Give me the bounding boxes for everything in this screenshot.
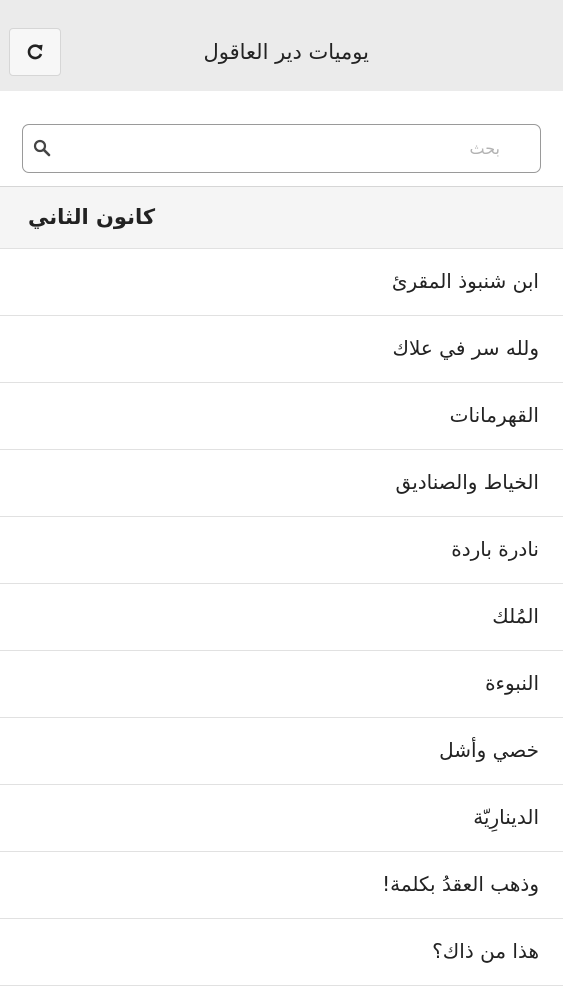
list-item[interactable]: النبوءة <box>0 651 563 718</box>
list-item-label: القهرمانات <box>449 403 539 427</box>
section-header: كانون الثاني <box>0 187 563 249</box>
list-item-label: نادرة باردة <box>451 537 539 561</box>
list-item[interactable]: الدينارِيّة <box>0 785 563 852</box>
refresh-icon <box>27 44 43 60</box>
app-header: يوميات دير العاقول <box>0 0 563 91</box>
list-item[interactable]: هذا من ذاك؟ <box>0 919 563 986</box>
list-item-label: وذهب العقدُ بكلمة! <box>382 872 539 896</box>
list-item[interactable]: نادرة باردة <box>0 517 563 584</box>
list-item-label: هذا من ذاك؟ <box>432 939 539 963</box>
search-input[interactable] <box>40 125 530 171</box>
list-item[interactable]: القهرمانات <box>0 383 563 450</box>
list-item-label: المُلك <box>492 604 539 628</box>
refresh-button[interactable] <box>9 28 61 76</box>
list-item[interactable]: المُلك <box>0 584 563 651</box>
list-item-label: ابن شنبوذ المقرئ <box>391 269 539 293</box>
search-bar <box>0 91 563 187</box>
page-title: يوميات دير العاقول <box>203 40 370 64</box>
list-item-label: النبوءة <box>485 671 539 695</box>
list-item-label: الدينارِيّة <box>473 805 539 829</box>
list-item[interactable]: ابن شنبوذ المقرئ <box>0 249 563 316</box>
list-item[interactable]: ولله سر في علاك <box>0 316 563 383</box>
list-item-label: الخياط والصناديق <box>395 470 539 494</box>
list-item[interactable]: الخياط والصناديق <box>0 450 563 517</box>
section-title: كانون الثاني <box>28 205 156 229</box>
chapter-list: ابن شنبوذ المقرئ ولله سر في علاك القهرما… <box>0 249 563 986</box>
list-item-label: خصي وأشل <box>439 738 539 762</box>
search-box[interactable] <box>22 124 541 173</box>
list-item[interactable]: وذهب العقدُ بكلمة! <box>0 852 563 919</box>
list-item[interactable]: خصي وأشل <box>0 718 563 785</box>
list-item-label: ولله سر في علاك <box>392 336 539 360</box>
